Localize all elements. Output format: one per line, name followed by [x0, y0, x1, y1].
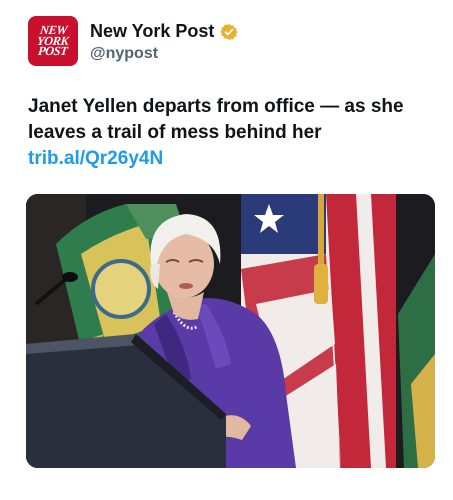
- tweet-media-photo[interactable]: [26, 194, 435, 468]
- avatar[interactable]: NEW YORK POST: [28, 16, 78, 66]
- tweet-body: Janet Yellen departs from office — as sh…: [28, 96, 404, 143]
- verified-badge-icon: [220, 23, 238, 40]
- post-card: NEW YORK POST New York Post @nypost Jane…: [0, 0, 453, 500]
- avatar-text-line-3: POST: [37, 44, 69, 59]
- author-handle[interactable]: @nypost: [90, 45, 158, 63]
- tweet-link[interactable]: trib.al/Qr26y4N: [28, 148, 163, 169]
- author-display-name-row[interactable]: New York Post: [90, 21, 238, 42]
- photo-image: [26, 194, 435, 468]
- tweet-text: Janet Yellen departs from office — as sh…: [28, 94, 433, 172]
- author-display-name[interactable]: New York Post: [90, 21, 214, 42]
